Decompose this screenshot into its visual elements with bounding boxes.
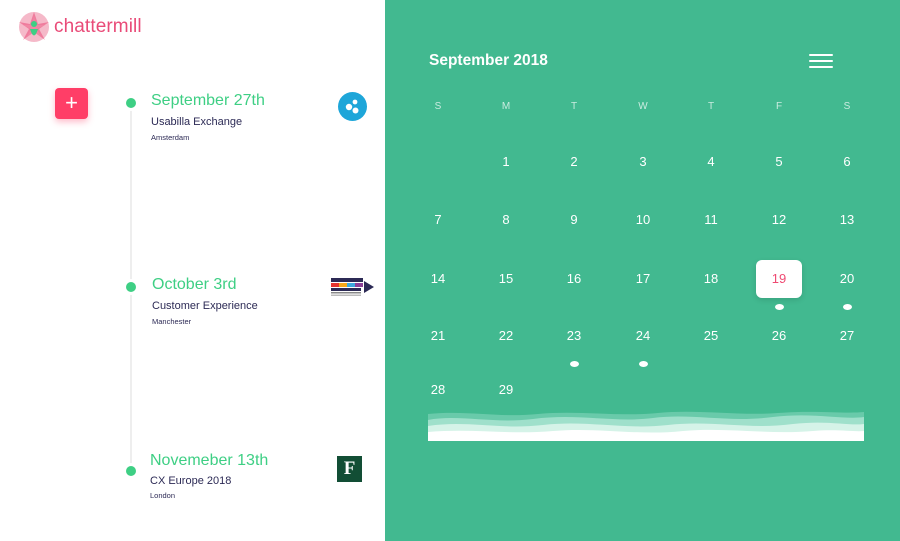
calendar-day[interactable]: 6 [827,152,867,172]
calendar-month-title: September 2018 [429,52,548,69]
event-title[interactable]: CX Europe 2018 [150,475,231,487]
calendar-day[interactable]: 17 [623,269,663,289]
event-indicator-dot [775,304,784,310]
calendar-day[interactable]: 16 [554,269,594,289]
weekday-label: S [843,101,851,112]
calendar-day[interactable]: 20 [827,269,867,289]
weekday-label: M [501,101,511,112]
calendar-day[interactable]: 15 [486,269,526,289]
calendar-day[interactable]: 25 [691,326,731,346]
event-title[interactable]: Usabilla Exchange [151,116,242,128]
weekday-label: S [434,101,442,112]
calendar-day[interactable]: 10 [623,210,663,230]
weekday-label: W [638,101,648,112]
calendar-day[interactable]: 14 [418,269,458,289]
event-location: London [150,491,176,500]
usabilla-logo-icon [338,92,367,121]
calendar-day[interactable]: 27 [827,326,867,346]
event-date[interactable]: October 3rd [152,276,236,294]
calendar-day[interactable]: 18 [691,269,731,289]
event-title[interactable]: Customer Experience [152,300,258,312]
event-location: Amsterdam [151,133,190,142]
brand-logo[interactable]: chattermill [17,10,142,44]
event-indicator-dot [843,304,852,310]
calendar-day[interactable]: 3 [623,152,663,172]
chattermill-logo-icon [19,12,49,42]
calendar-day[interactable]: 13 [827,210,867,230]
brand-name: chattermill [54,16,142,37]
calendar-day[interactable]: 28 [418,380,458,400]
hamburger-menu-icon[interactable] [809,53,833,70]
forrester-f-logo-icon: F [337,456,362,482]
calendar-day[interactable]: 4 [691,152,731,172]
calendar-day[interactable]: 12 [759,210,799,230]
calendar-day[interactable]: 24 [623,326,663,346]
add-event-button[interactable]: + [55,88,88,119]
calendar-day-selected[interactable]: 19 [756,260,802,298]
calendar-day[interactable]: 5 [759,152,799,172]
calendar-day[interactable]: 26 [759,326,799,346]
calendar-day[interactable]: 23 [554,326,594,346]
event-indicator-dot [639,361,648,367]
event-location: Manchester [152,317,192,326]
timeline-dot [126,98,136,108]
timeline-dot [126,282,136,292]
weekday-label: F [775,101,783,112]
calendar-day[interactable]: 1 [486,152,526,172]
calendar-day[interactable]: 22 [486,326,526,346]
customer-experience-manchester-logo-icon [331,278,374,296]
event-date[interactable]: September 27th [151,92,265,110]
calendar-day[interactable]: 2 [554,152,594,172]
event-indicator-dot [570,361,579,367]
timeline-dot [126,466,136,476]
event-date[interactable]: Novemeber 13th [150,452,268,470]
calendar-day[interactable]: 21 [418,326,458,346]
calendar-panel: September 2018 SMTWTFS 1 2 3 4 5 6 7 8 9 10 11 12 13… [385,0,900,541]
calendar-day[interactable]: 29 [486,380,526,400]
weekday-label: T [570,101,578,112]
wave-decoration [428,411,864,441]
weekday-label: T [707,101,715,112]
calendar-day[interactable]: 7 [418,210,458,230]
calendar-day[interactable]: 8 [486,210,526,230]
events-panel: chattermill + September 27th Usabilla Ex… [0,0,385,541]
calendar-day[interactable]: 11 [691,210,731,230]
calendar-day[interactable]: 9 [554,210,594,230]
